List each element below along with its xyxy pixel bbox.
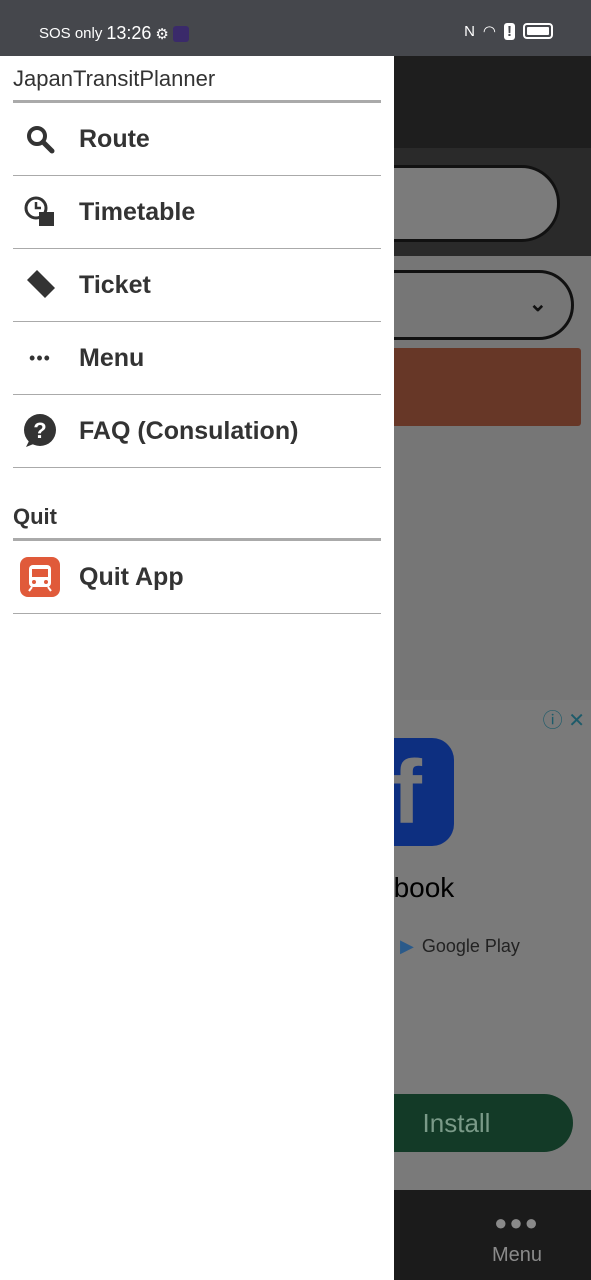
more-dots-icon: •••	[29, 347, 51, 368]
drawer-item-faq[interactable]: ? FAQ (Consulation)	[13, 395, 381, 468]
drawer-item-quit-app[interactable]: Quit App	[13, 541, 381, 614]
more-dots-icon: ●●●	[494, 1210, 540, 1235]
search-icon	[13, 124, 67, 154]
drawer-item-label: Timetable	[79, 197, 196, 226]
train-icon	[13, 557, 67, 597]
drawer-item-label: FAQ (Consulation)	[79, 416, 299, 445]
settings-icon: ⚙	[155, 25, 169, 43]
battery-icon	[523, 23, 553, 39]
svg-text:?: ?	[33, 418, 46, 443]
quit-section-title: Quit	[13, 504, 57, 529]
clock-timetable-icon	[13, 196, 67, 228]
drawer-item-label: Menu	[79, 343, 145, 372]
drawer-item-menu[interactable]: ••• Menu	[13, 322, 381, 395]
drawer-title: JapanTransitPlanner	[13, 66, 216, 91]
clock: 13:26	[106, 23, 152, 43]
alert-icon: !	[504, 22, 515, 40]
nfc-icon: N	[464, 22, 475, 40]
google-play-icon: ▶	[400, 936, 414, 956]
chevron-down-icon: ⌄	[528, 291, 547, 316]
store-label: Google Play	[421, 936, 520, 956]
drawer-item-ticket[interactable]: Ticket	[13, 249, 381, 322]
carrier-text: SOS only	[39, 25, 103, 42]
ad-info-icon: ⓘ	[542, 710, 563, 732]
ad-close-icon: ✕	[568, 710, 585, 732]
drawer-item-timetable[interactable]: Timetable	[13, 176, 381, 249]
drawer-item-label: Quit App	[79, 562, 184, 591]
app-notification-icon	[172, 25, 189, 42]
question-bubble-icon: ?	[13, 413, 67, 449]
drawer-item-label: Route	[79, 124, 150, 153]
ticket-icon	[13, 268, 67, 302]
nav-menu-label: Menu	[491, 1244, 543, 1266]
navigation-drawer: JapanTransitPlanner Route Timetable Tick…	[0, 56, 394, 1280]
drawer-item-route[interactable]: Route	[13, 103, 381, 176]
drawer-item-label: Ticket	[79, 270, 151, 299]
status-bar: SOS only 13:26 ⚙ N ◠!	[0, 0, 591, 56]
wifi-icon: ◠	[482, 23, 496, 40]
